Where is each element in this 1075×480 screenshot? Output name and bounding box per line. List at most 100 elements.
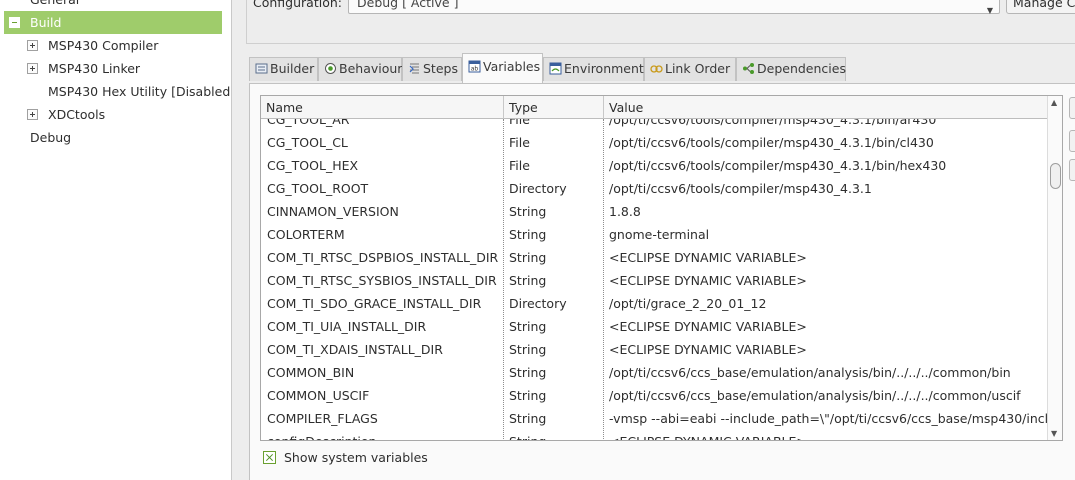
tab-label: Environment [564,61,644,76]
variable-name-cell: COMMON_BIN [267,365,355,380]
variable-value-cell: <ECLIPSE DYNAMIC VARIABLE> [609,273,807,288]
variable-name-cell: CG_TOOL_ROOT [267,181,369,196]
variable-value-cell: /opt/ti/grace_2_20_01_12 [609,296,767,311]
variable-name-cell: COM_TI_UIA_INSTALL_DIR [267,319,427,334]
table-row[interactable]: CINNAMON_VERSION String 1.8.8 [261,200,1050,223]
link-order-icon [650,65,663,73]
variable-name-cell: COMMON_USCIF [267,388,370,403]
column-header-type[interactable]: Type [503,96,604,119]
column-divider [603,119,604,440]
scroll-down-icon[interactable]: ▼ [1051,429,1057,438]
variable-type-cell: String [509,250,547,265]
column-header-name[interactable]: Name [261,96,504,119]
table-row[interactable]: COMMON_USCIF String/opt/ti/ccsv6/ccs_base… [261,384,1050,407]
variable-type-cell: String [509,227,547,242]
tab-label: Link Order [665,61,731,76]
variable-name-cell: configDescription [267,430,503,440]
table-row[interactable]: CG_TOOL_CL File/opt/ti/ccsv6/tools/compil… [261,131,1050,154]
variable-value-cell: /opt/ti/ccsv6/tools/compiler/msp430_4.3.… [609,158,947,173]
configuration-value: Debug [ Active ] [357,0,459,10]
tree-item-label: MSP430 Linker [48,61,141,76]
variable-type-cell: File [509,135,530,150]
table-row[interactable]: COM_TI_SDO_GRACE_INSTALL_DIR Directory/op… [261,292,1050,315]
behaviour-icon [325,63,336,74]
variable-value-cell: -vmsp --abi=eabi --include_path=\"/opt/t… [609,411,1055,426]
table-row[interactable]: COM_TI_RTSC_SYSBIOS_INSTALL_DIR String <EC… [261,269,1050,292]
variable-type-cell: Directory [509,181,567,196]
variable-value-cell: gnome-terminal [609,227,710,242]
expand-icon[interactable] [27,40,38,51]
expand-icon[interactable] [27,63,38,74]
variable-name-cell: CINNAMON_VERSION [267,204,399,219]
tab-builder[interactable]: Builder [249,57,318,81]
variable-value-cell: /opt/ti/ccsv6/tools/compiler/msp430_4.3.… [609,181,872,196]
settings-tree: General Build MSP430 Compiler MSP430 Lin… [0,0,232,480]
variable-type-cell: Directory [509,296,567,311]
table-row[interactable]: configDescriptionString<ECLIPSE DYNAMIC … [261,430,1050,440]
expand-icon[interactable] [27,109,38,120]
variable-value-cell: /opt/ti/ccsv6/ccs_base/emulation/analysi… [609,388,1021,403]
scrollbar-thumb[interactable] [1050,163,1061,189]
variable-type-cell: String [509,273,547,288]
steps-icon [409,63,419,74]
table-row[interactable]: COM_TI_XDAIS_INSTALL_DIR String <ECLIPSE D… [261,338,1050,361]
configuration-label: Configuration: [253,0,342,10]
environment-icon [549,62,562,75]
variable-type-cell: String [509,204,547,219]
variable-value-cell: <ECLIPSE DYNAMIC VARIABLE> [609,342,807,357]
tab-label: Steps [423,61,458,76]
tree-item-build[interactable]: Build [4,11,222,34]
tree-item-label: General [30,0,79,11]
table-row[interactable]: COMMON_BIN String/opt/ti/ccsv6/ccs_base/e… [261,361,1050,384]
tab-link-order[interactable]: Link Order [644,57,736,81]
variable-type-cell: String [509,388,547,403]
variable-name-cell: COMPILER_FLAGS [267,411,378,426]
variable-type-cell: String [509,411,547,426]
tree-item-label: Build [30,15,62,30]
dependencies-icon [743,63,754,74]
variable-value-cell: <ECLIPSE DYNAMIC VARIABLE> [609,319,807,334]
show-system-variables-label: Show system variables [284,450,428,465]
table-row[interactable]: COMPILER_FLAGS String -vmsp --abi=eabi --i… [261,407,1055,430]
variables-icon: ab [468,60,481,73]
table-row[interactable]: CG_TOOL_ROOT Directory/opt/ti/ccsv6/tools… [261,177,1050,200]
tab-behaviour[interactable]: Behaviour [318,57,402,81]
tree-item-label: MSP430 Hex Utility [Disabled] [48,84,232,99]
collapse-icon[interactable] [9,17,20,28]
dropdown-arrow-icon: ▼ [986,6,993,15]
tab-variables[interactable]: ab Variables [462,53,543,83]
table-header: Name Type Value [261,96,1050,119]
table-row[interactable]: COM_TI_UIA_INSTALL_DIR String <ECLIPSE DYN… [261,315,1050,338]
tree-item-label: Debug [30,130,72,145]
side-button-3[interactable] [1069,159,1075,181]
variable-name-cell: COM_TI_SDO_GRACE_INSTALL_DIR [267,296,482,311]
configuration-select[interactable]: Debug [ Active ] ▼ [348,0,1000,15]
side-button-2[interactable] [1069,130,1075,152]
variable-value-cell: /opt/ti/ccsv6/tools/compiler/msp430_4.3.… [609,135,934,150]
variable-name-cell: COM_TI_XDAIS_INSTALL_DIR [267,342,443,357]
variable-name-cell: COM_TI_RTSC_SYSBIOS_INSTALL_DIR [267,273,497,288]
table-row[interactable]: CG_TOOL_HEX File/opt/ti/ccsv6/tools/compi… [261,154,1050,177]
scroll-up-icon[interactable]: ▲ [1051,98,1057,107]
table-row[interactable]: COLORTERM String gnome-terminal [261,223,1050,246]
variable-type-cell: File [509,158,530,173]
tab-steps[interactable]: Steps [402,57,462,81]
table-row[interactable]: COM_TI_RTSC_DSPBIOS_INSTALL_DIR String <EC… [261,246,1050,269]
variables-table: CG_TOOL_AR File/opt/ti/ccsv6/tools/compil… [260,95,1063,441]
tab-dependencies[interactable]: Dependencies [736,57,846,81]
variable-type-cell: String [509,342,547,357]
variable-value-cell: <ECLIPSE DYNAMIC VARIABLE> [609,250,807,265]
manage-configurations-button[interactable]: Manage Configurations... [1006,0,1075,14]
tab-label: Variables [483,59,541,74]
variable-name-cell: CG_TOOL_CL [267,135,348,150]
column-header-value[interactable]: Value [603,96,1050,119]
tab-environment[interactable]: Environment [543,57,644,81]
variable-name-cell: COM_TI_RTSC_DSPBIOS_INSTALL_DIR [267,250,499,265]
table-scrollbar[interactable]: ▲ ▼ [1047,96,1062,440]
side-button-1[interactable] [1069,97,1075,119]
variable-type-cell: String [509,319,547,334]
tab-label: Dependencies [757,61,846,76]
variable-name-cell: CG_TOOL_HEX [267,158,359,173]
show-system-variables-checkbox[interactable] [263,451,276,464]
variable-name-cell: COLORTERM [267,227,345,242]
